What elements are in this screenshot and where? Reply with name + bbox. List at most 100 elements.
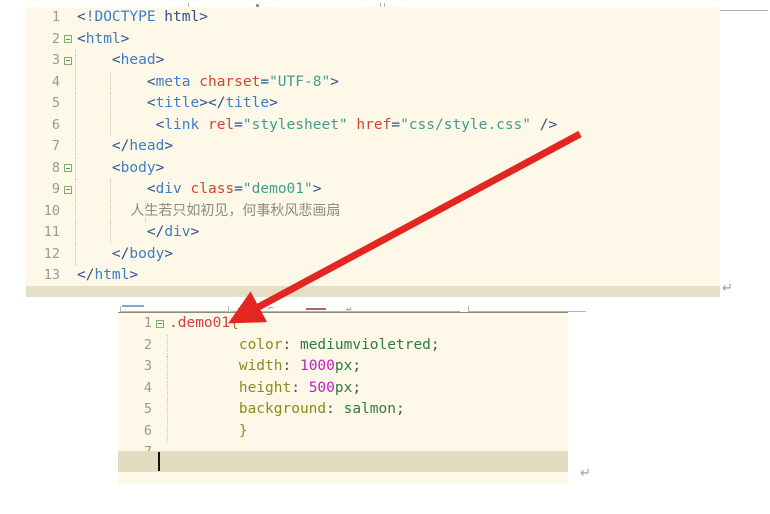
- code-line[interactable]: 12 </body>: [26, 243, 720, 265]
- token-tag: title: [225, 95, 270, 111]
- line-number: 12: [43, 245, 60, 262]
- indent-guide: [75, 222, 76, 244]
- token-doctype: !DOCTYPE: [85, 9, 156, 25]
- code-line[interactable]: 10 人生若只如初见，何事秋风悲画扇: [26, 200, 720, 222]
- token-semi: ;: [396, 401, 405, 417]
- token-punc: <: [77, 73, 156, 90]
- text-caret: [158, 452, 160, 471]
- code-line[interactable]: 7 </head>: [26, 136, 720, 158]
- token-semi: :: [326, 401, 344, 417]
- token-val: "stylesheet": [242, 116, 348, 133]
- indent-guide: [110, 71, 111, 93]
- code-text: <!DOCTYPE html>: [73, 7, 720, 29]
- token-punc: <: [77, 95, 156, 111]
- token-punc: />: [531, 116, 558, 133]
- token-cval: px: [334, 379, 353, 396]
- fold-toggle-icon[interactable]: [62, 35, 73, 44]
- token-tag: body: [129, 245, 165, 262]
- token-sel: .demo01: [169, 315, 231, 331]
- token-val: "UTF-8": [269, 73, 331, 90]
- token-cval: px: [334, 358, 353, 374]
- token-punc: >: [129, 267, 139, 283]
- code-line[interactable]: 6 }: [118, 420, 568, 442]
- token-tag: link: [164, 116, 200, 133]
- token-tag: div: [164, 224, 191, 240]
- line-number: 1: [143, 315, 152, 331]
- code-line[interactable]: 2 color: mediumvioletred;: [118, 334, 568, 356]
- code-line[interactable]: 2 <html>: [26, 29, 720, 51]
- line-number: 9: [51, 181, 60, 197]
- code-line[interactable]: 8 <body>: [26, 157, 720, 179]
- token-val: "demo01": [242, 181, 313, 197]
- token-prop: color: [169, 336, 283, 353]
- token-punc: </: [77, 267, 95, 283]
- token-punc: html>: [155, 9, 208, 25]
- line-number: 3: [143, 358, 152, 374]
- indent-guide: [110, 114, 111, 136]
- indent-guide: [75, 50, 76, 72]
- indent-guide: [75, 157, 76, 179]
- code-line[interactable]: 3 <head>: [26, 50, 720, 72]
- fold-toggle-icon[interactable]: [62, 164, 73, 173]
- token-punc: <: [77, 159, 121, 176]
- line-number: 13: [43, 267, 60, 283]
- indent-guide: [110, 200, 111, 222]
- code-line[interactable]: 5 <title></title>: [26, 93, 720, 115]
- token-tag: html: [94, 267, 130, 283]
- token-punc: <: [77, 116, 165, 133]
- css-code-lines[interactable]: 1 .demo01{2 color: mediumvioletred; 3 widt…: [118, 313, 568, 464]
- html-code-lines[interactable]: 1 <!DOCTYPE html> 2 <html> 3 <head> 4 <meta c…: [26, 7, 720, 287]
- token-punc: >: [164, 138, 174, 154]
- code-line[interactable]: 13 </html>: [26, 265, 720, 287]
- fold-toggle-icon[interactable]: [62, 185, 73, 194]
- token-semi: ;: [352, 379, 362, 396]
- code-line[interactable]: 3 width: 1000px;: [118, 356, 568, 378]
- code-text: <title></title>: [73, 93, 720, 115]
- indent-guide: [110, 93, 111, 115]
- indent-guide: [167, 334, 168, 356]
- css-code-editor[interactable]: 1 .demo01{2 color: mediumvioletred; 3 widt…: [118, 312, 568, 484]
- code-line[interactable]: 5 background: salmon;: [118, 399, 568, 421]
- indent-guide: [75, 136, 76, 158]
- token-punc: >: [155, 52, 165, 68]
- token-attr: href: [356, 116, 392, 133]
- code-text: <div class="demo01">: [73, 179, 720, 201]
- code-line[interactable]: 4 <meta charset="UTF-8">: [26, 71, 720, 93]
- token-tag: body: [120, 159, 156, 176]
- indent-guide: [167, 377, 168, 399]
- code-text: </head>: [73, 136, 720, 158]
- line-number: 2: [143, 336, 152, 353]
- indent-guide: [75, 200, 76, 222]
- indent-guide: [167, 399, 168, 421]
- line-number: 5: [143, 401, 152, 417]
- token-attr: rel: [207, 116, 235, 133]
- html-code-editor[interactable]: 1 <!DOCTYPE html> 2 <html> 3 <head> 4 <meta c…: [26, 7, 720, 297]
- fold-toggle-icon[interactable]: [154, 319, 165, 328]
- token-punc: =: [234, 116, 243, 133]
- code-text: <meta charset="UTF-8">: [73, 71, 720, 93]
- line-number: 4: [51, 73, 60, 90]
- line-number: 4: [143, 379, 152, 396]
- token-punc: =: [260, 73, 270, 90]
- token-punc: >: [164, 245, 174, 262]
- token-attr: charset: [199, 73, 261, 90]
- token-val: "css/style.css": [400, 116, 532, 133]
- fold-toggle-icon[interactable]: [62, 56, 73, 65]
- code-line[interactable]: 4 height: 500px;: [118, 377, 568, 399]
- token-num: 500: [308, 379, 335, 396]
- token-punc: =: [234, 181, 243, 197]
- line-number: 5: [51, 95, 60, 111]
- code-line[interactable]: 1 .demo01{: [118, 313, 568, 335]
- indent-guide: [167, 356, 168, 378]
- token-punc: <: [77, 9, 86, 25]
- code-text: <body>: [73, 157, 720, 179]
- code-text: 人生若只如初见，何事秋风悲画扇: [73, 200, 720, 222]
- code-line[interactable]: 11 </div>: [26, 222, 720, 244]
- code-line[interactable]: 1 <!DOCTYPE html>: [26, 7, 720, 29]
- code-line[interactable]: 9 <div class="demo01">: [26, 179, 720, 201]
- code-text: </html>: [73, 265, 720, 287]
- code-line[interactable]: 6 <link rel="stylesheet" href="css/style…: [26, 114, 720, 136]
- token-punc: [182, 181, 191, 197]
- token-tag: title: [155, 95, 200, 111]
- css-active-line-highlight: [118, 451, 568, 472]
